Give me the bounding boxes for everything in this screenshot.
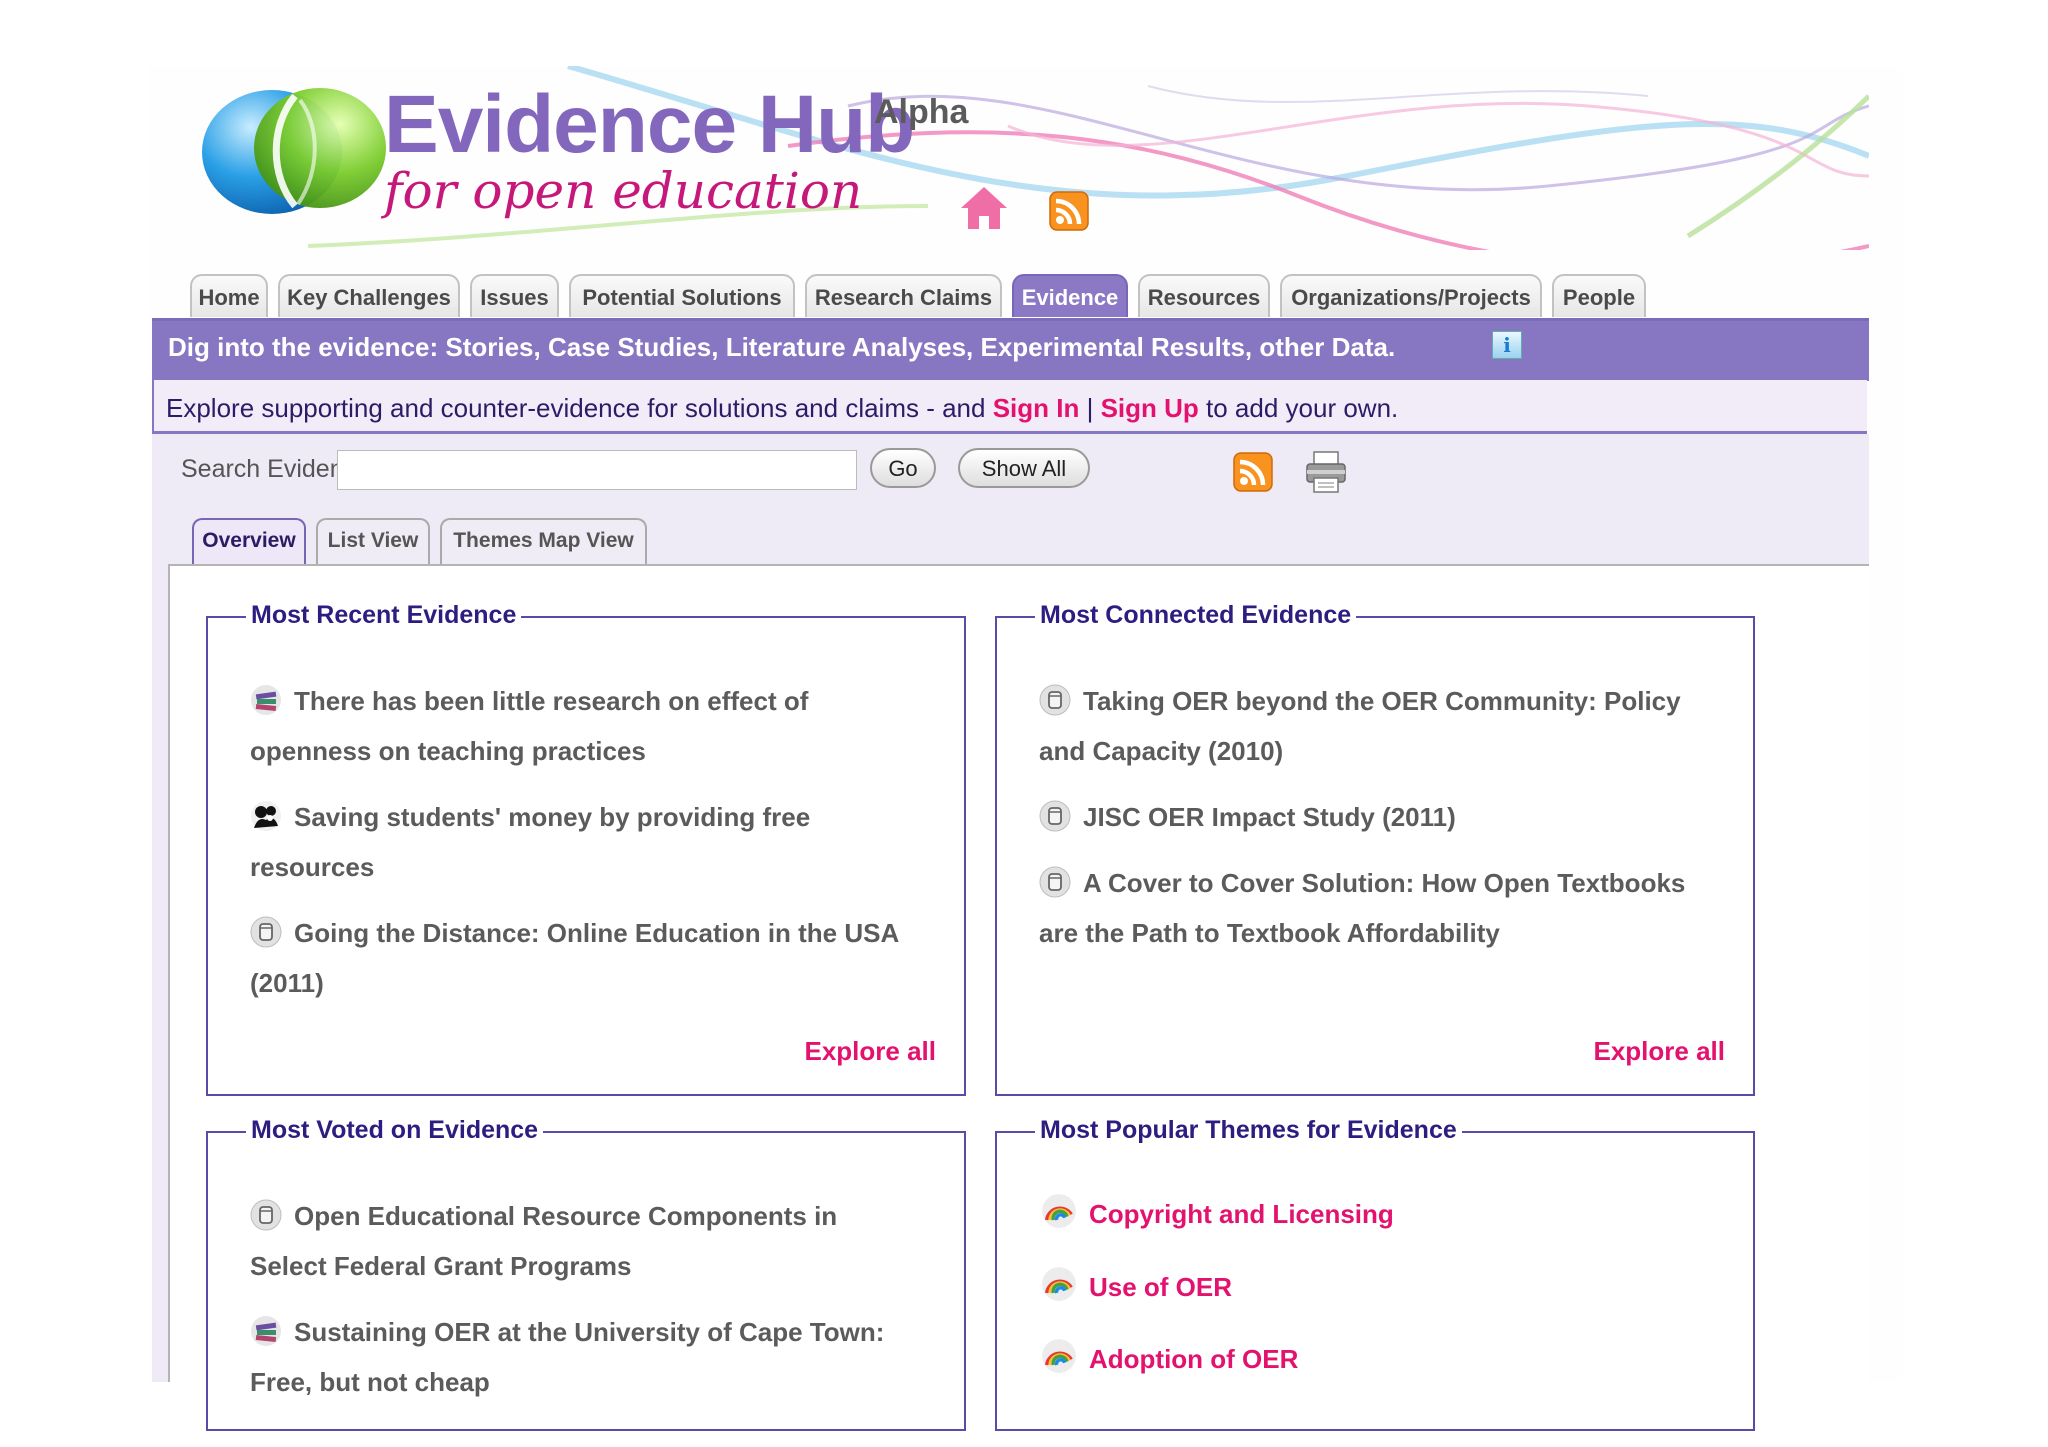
item-text: JISC OER Impact Study (2011) — [1083, 802, 1456, 832]
item-text: Going the Distance: Online Education in … — [250, 918, 899, 998]
theme-link[interactable]: Use of OER — [1041, 1266, 1232, 1303]
page: Evidence Hub for open education Alpha Ho… — [148, 66, 1903, 1431]
show-all-button[interactable]: Show All — [958, 448, 1090, 488]
theme-label: Copyright and Licensing — [1089, 1199, 1394, 1229]
tab-organizations-projects[interactable]: Organizations/Projects — [1280, 274, 1542, 317]
panel-title: Most Voted on Evidence — [246, 1116, 544, 1145]
rainbow-icon — [1041, 1338, 1077, 1374]
tab-people[interactable]: People — [1552, 274, 1646, 317]
most-connected-evidence-panel: Most Connected Evidence Taking OER beyon… — [995, 601, 1755, 1096]
link-separator: | — [1079, 393, 1101, 423]
search-panel: Search Evidence Go Show All Overview Lis… — [152, 434, 1869, 1431]
tab-potential-solutions[interactable]: Potential Solutions — [569, 274, 795, 317]
tab-resources[interactable]: Resources — [1138, 274, 1270, 317]
go-button[interactable]: Go — [870, 448, 936, 488]
list-item[interactable]: There has been little research on effect… — [250, 676, 910, 776]
item-text: Sustaining OER at the University of Cape… — [250, 1317, 885, 1397]
banner-heading: Dig into the evidence: Stories, Case Stu… — [168, 332, 1396, 362]
tab-home[interactable]: Home — [190, 274, 268, 317]
tab-research-claims[interactable]: Research Claims — [805, 274, 1002, 317]
item-text: Open Educational Resource Components in … — [250, 1201, 838, 1281]
list-item[interactable]: Open Educational Resource Components in … — [250, 1191, 910, 1291]
logo-subtitle: for open education — [384, 162, 863, 220]
rainbow-icon — [1041, 1193, 1077, 1229]
search-input[interactable] — [337, 450, 857, 490]
intro-text-end: to add your own. — [1198, 393, 1399, 423]
tab-themes-map-view[interactable]: Themes Map View — [440, 518, 647, 564]
rss-icon[interactable] — [1049, 191, 1089, 231]
database-icon — [250, 1199, 282, 1231]
theme-label: Adoption of OER — [1089, 1344, 1299, 1374]
item-text: A Cover to Cover Solution: How Open Text… — [1039, 868, 1686, 948]
rss-icon[interactable] — [1233, 452, 1273, 492]
item-text: Taking OER beyond the OER Community: Pol… — [1039, 686, 1681, 766]
intro-text-start: Explore supporting and counter-evidence … — [166, 393, 993, 423]
theme-label: Use of OER — [1089, 1272, 1233, 1302]
most-recent-evidence-panel: Most Recent Evidence There has been litt… — [206, 601, 966, 1096]
database-icon — [250, 916, 282, 948]
intro-row: Explore supporting and counter-evidence … — [152, 380, 1867, 434]
panel-title: Most Recent Evidence — [246, 601, 522, 630]
list-item[interactable]: A Cover to Cover Solution: How Open Text… — [1039, 858, 1699, 958]
list-item[interactable]: Saving students' money by providing free… — [250, 792, 910, 892]
section-banner: Dig into the evidence: Stories, Case Stu… — [152, 318, 1869, 381]
books-icon — [250, 1315, 282, 1347]
logo-title[interactable]: Evidence Hub — [384, 78, 915, 172]
panel-title: Most Popular Themes for Evidence — [1035, 1116, 1462, 1145]
alpha-badge: Alpha — [874, 93, 969, 131]
rainbow-icon — [1041, 1266, 1077, 1302]
books-icon — [250, 684, 282, 716]
database-icon — [1039, 866, 1071, 898]
explore-all-link[interactable]: Explore all — [1594, 1036, 1726, 1067]
tab-key-challenges[interactable]: Key Challenges — [278, 274, 460, 317]
tab-overview[interactable]: Overview — [192, 518, 306, 564]
list-item[interactable]: Going the Distance: Online Education in … — [250, 908, 910, 1008]
tab-list-view[interactable]: List View — [316, 518, 430, 564]
item-text: There has been little research on effect… — [250, 686, 809, 766]
home-icon[interactable] — [958, 184, 1010, 232]
print-icon[interactable] — [1304, 450, 1348, 494]
people-icon — [250, 800, 282, 832]
database-icon — [1039, 800, 1071, 832]
site-header: Evidence Hub for open education Alpha — [148, 66, 1869, 250]
item-text: Saving students' money by providing free… — [250, 802, 811, 882]
list-item[interactable]: Sustaining OER at the University of Cape… — [250, 1307, 910, 1407]
list-item[interactable]: JISC OER Impact Study (2011) — [1039, 792, 1699, 842]
database-icon — [1039, 684, 1071, 716]
sign-in-link[interactable]: Sign In — [993, 393, 1080, 423]
theme-link[interactable]: Copyright and Licensing — [1041, 1193, 1394, 1230]
theme-link[interactable]: Adoption of OER — [1041, 1338, 1298, 1375]
logo-icon[interactable] — [200, 76, 390, 226]
sign-up-link[interactable]: Sign Up — [1101, 393, 1199, 423]
intro-text: Explore supporting and counter-evidence … — [166, 393, 1398, 424]
tab-evidence[interactable]: Evidence — [1012, 274, 1128, 317]
panel-title: Most Connected Evidence — [1035, 601, 1357, 630]
tab-issues[interactable]: Issues — [470, 274, 559, 317]
most-voted-evidence-panel: Most Voted on Evidence Open Educational … — [206, 1116, 966, 1431]
info-icon[interactable]: i — [1492, 331, 1522, 359]
list-item[interactable]: Taking OER beyond the OER Community: Pol… — [1039, 676, 1699, 776]
most-popular-themes-panel: Most Popular Themes for Evidence Copyrig… — [995, 1116, 1755, 1431]
explore-all-link[interactable]: Explore all — [805, 1036, 937, 1067]
overview-content: Most Recent Evidence There has been litt… — [168, 564, 1869, 1431]
